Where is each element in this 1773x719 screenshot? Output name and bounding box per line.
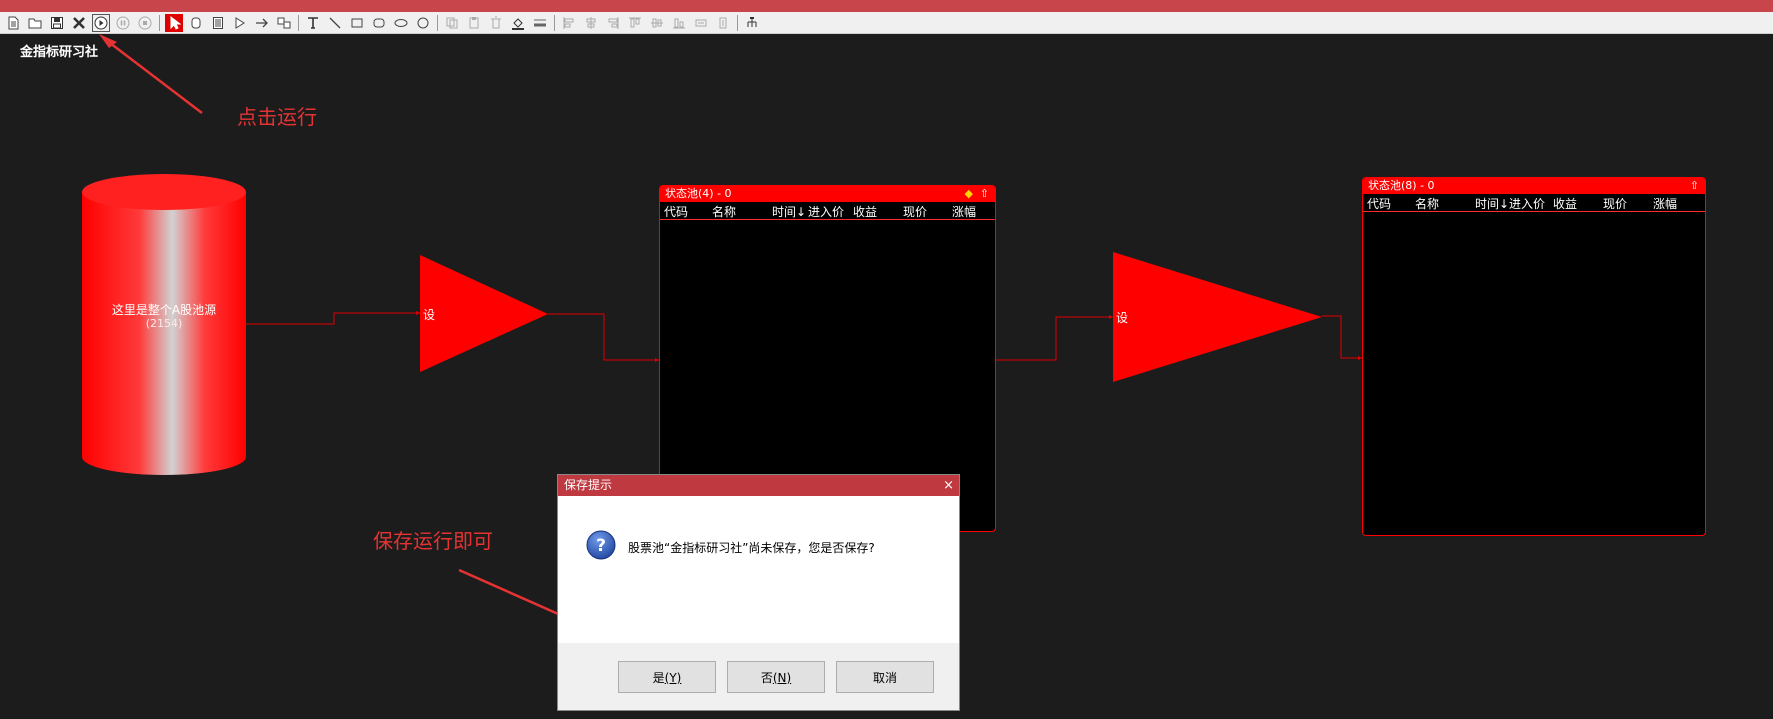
up-arrow-icon[interactable]: ⇧ xyxy=(1690,178,1699,194)
dialog-message: 股票池“金指标研习社”尚未保存，您是否保存? xyxy=(628,541,875,555)
diamond-icon[interactable]: ◆ xyxy=(965,186,973,202)
close-icon[interactable]: × xyxy=(943,475,954,496)
col-current-price[interactable]: 现价 xyxy=(903,203,927,220)
annotation-save-run: 保存运行即可 xyxy=(373,529,493,553)
source-title: 这里是整个A股池源 xyxy=(111,303,217,317)
svg-text:?: ? xyxy=(596,536,606,556)
col-time[interactable]: 时间↓ xyxy=(772,203,806,220)
col-return[interactable]: 收益 xyxy=(1553,195,1577,212)
yes-button-shortcut: (Y) xyxy=(664,670,682,685)
pool-header: 状态池(8) - 0 ⇧ xyxy=(1363,178,1705,194)
col-time[interactable]: 时间↓ xyxy=(1475,195,1509,212)
cancel-button[interactable]: 取消 xyxy=(836,661,934,693)
pool-title: 状态池(4) - 0 xyxy=(665,187,732,200)
filter-label-1: 设 xyxy=(423,308,436,322)
col-current-price[interactable]: 现价 xyxy=(1603,195,1627,212)
col-name[interactable]: 名称 xyxy=(712,203,736,220)
annotation-click-run: 点击运行 xyxy=(237,105,317,129)
col-entry-price[interactable]: 进入价 xyxy=(1509,195,1545,212)
dialog-titlebar: 保存提示 × xyxy=(558,475,959,496)
col-change[interactable]: 涨幅 xyxy=(1653,195,1677,212)
yes-button[interactable]: 是(Y) xyxy=(618,661,716,693)
filter-node-1 xyxy=(420,255,548,372)
yes-button-label: 是 xyxy=(652,670,665,685)
no-button-label: 否 xyxy=(760,670,773,685)
col-entry-price[interactable]: 进入价 xyxy=(808,203,844,220)
no-button-shortcut: (N) xyxy=(772,670,792,685)
pool-column-headers: 代码 名称 时间↓ 进入价 收益 现价 涨幅 xyxy=(660,202,995,220)
col-code[interactable]: 代码 xyxy=(664,203,688,220)
col-change[interactable]: 涨幅 xyxy=(952,203,976,220)
filter-node-2 xyxy=(1113,252,1322,382)
state-pool-2[interactable]: 状态池(8) - 0 ⇧ 代码 名称 时间↓ 进入价 收益 现价 涨幅 xyxy=(1362,177,1706,536)
filter-label-2: 设 xyxy=(1116,311,1129,325)
pool-header: 状态池(4) - 0 ◆ ⇧ xyxy=(660,186,995,202)
click-run-arrow xyxy=(99,34,203,114)
col-name[interactable]: 名称 xyxy=(1415,195,1439,212)
question-icon: ? xyxy=(586,530,616,560)
source-count: (2154) xyxy=(145,317,183,330)
pool-title: 状态池(8) - 0 xyxy=(1368,179,1435,192)
no-button[interactable]: 否(N) xyxy=(727,661,825,693)
col-return[interactable]: 收益 xyxy=(853,203,877,220)
dialog-footer: 是(Y) 否(N) 取消 xyxy=(558,643,959,710)
pool-column-headers: 代码 名称 时间↓ 进入价 收益 现价 涨幅 xyxy=(1363,194,1705,212)
cancel-button-label: 取消 xyxy=(872,670,897,685)
source-label: 这里是整个A股池源 (2154) xyxy=(82,303,246,331)
col-code[interactable]: 代码 xyxy=(1367,195,1391,212)
dialog-body: ? 股票池“金指标研习社”尚未保存，您是否保存? xyxy=(558,496,959,644)
save-prompt-dialog: 保存提示 × ? 股票池“金指标研习社”尚未保存，您是否保存? 是(Y) 否(N… xyxy=(557,474,960,711)
up-arrow-icon[interactable]: ⇧ xyxy=(980,186,989,202)
dialog-title: 保存提示 xyxy=(564,478,613,492)
